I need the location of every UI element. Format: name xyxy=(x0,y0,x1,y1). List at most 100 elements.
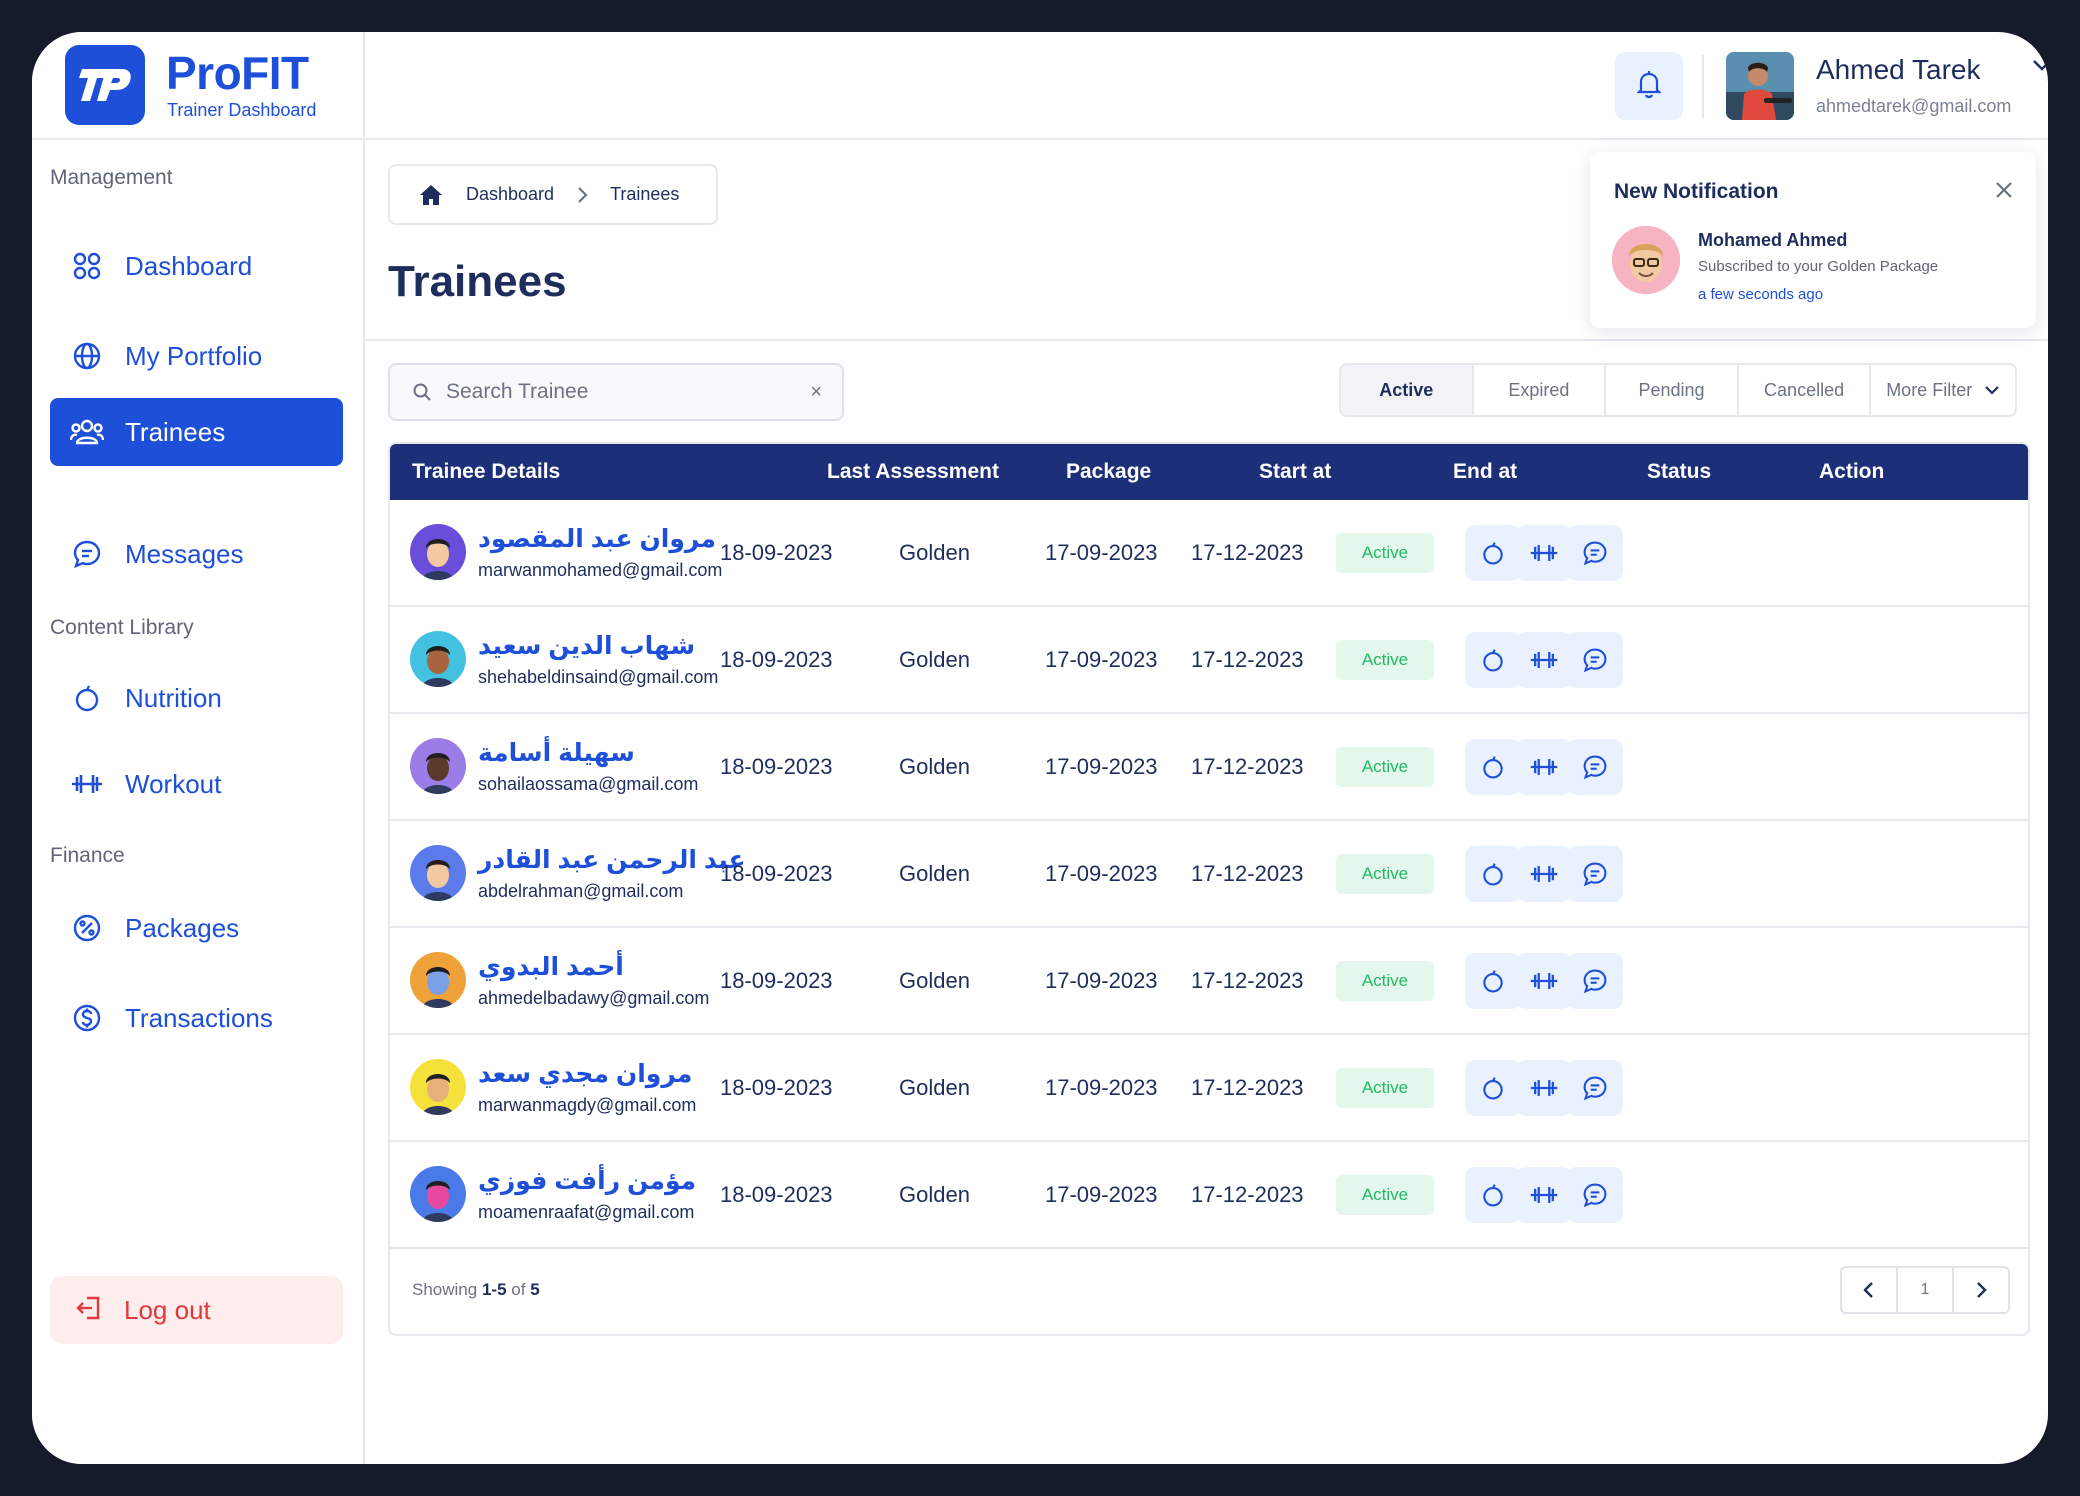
close-icon[interactable] xyxy=(1994,180,2014,205)
dumbbell-icon xyxy=(1529,970,1559,992)
sidebar-item-my-portfolio[interactable]: My Portfolio xyxy=(50,322,343,390)
sidebar-item-messages[interactable]: Messages xyxy=(50,520,343,588)
chevron-down-icon xyxy=(1984,385,2000,395)
sidebar-item-workout[interactable]: Workout xyxy=(50,750,343,818)
trainee-name[interactable]: مروان مجدي سعد xyxy=(478,1059,692,1089)
search-input[interactable]: Search Trainee × xyxy=(388,363,844,421)
brand-subtitle: Trainer Dashboard xyxy=(167,100,317,120)
end-date: 17-12-2023 xyxy=(1191,540,1304,565)
trainee-name[interactable]: أحمد البدوي xyxy=(478,952,624,982)
sidebar-item-label: Dashboard xyxy=(125,250,253,281)
message-action-button[interactable] xyxy=(1567,525,1623,581)
nutrition-action-button[interactable] xyxy=(1465,632,1521,688)
profit-logo-icon[interactable] xyxy=(65,45,145,125)
filter-cancelled[interactable]: Cancelled xyxy=(1739,365,1872,415)
grid-icon xyxy=(70,249,104,283)
apple-icon xyxy=(1480,861,1506,887)
workout-action-button[interactable] xyxy=(1516,1060,1572,1116)
sidebar-item-packages[interactable]: Packages xyxy=(50,894,343,962)
start-date: 17-09-2023 xyxy=(1045,540,1158,565)
dumbbell-icon xyxy=(1529,863,1559,885)
notification-time: a few seconds ago xyxy=(1698,286,1824,303)
showing-count: Showing 1-5 of 5 xyxy=(412,1280,540,1299)
workout-action-button[interactable] xyxy=(1516,846,1572,902)
message-action-button[interactable] xyxy=(1567,632,1623,688)
page-number[interactable]: 1 xyxy=(1898,1268,1954,1312)
users-icon xyxy=(70,415,104,449)
nutrition-action-button[interactable] xyxy=(1465,739,1521,795)
filter-active[interactable]: Active xyxy=(1341,365,1474,415)
nutrition-action-button[interactable] xyxy=(1465,1167,1521,1223)
app-window: ProFIT Trainer Dashboard Management Dash… xyxy=(32,32,2048,1464)
breadcrumb-dashboard[interactable]: Dashboard xyxy=(466,184,554,205)
dumbbell-icon xyxy=(1529,649,1559,671)
nutrition-action-button[interactable] xyxy=(1465,525,1521,581)
trainee-email: marwanmohamed@gmail.com xyxy=(478,560,723,580)
user-email: ahmedtarek@gmail.com xyxy=(1816,96,2012,116)
table-row: مؤمن رأفت فوزي moamenraafat@gmail.com 18-0… xyxy=(390,1142,2028,1249)
notification-title: New Notification xyxy=(1614,180,1779,203)
trainee-name[interactable]: شهاب الدين سعيد xyxy=(478,631,695,661)
status-badge: Active xyxy=(1336,747,1434,787)
status-badge: Active xyxy=(1336,961,1434,1001)
column-header: Last Assessment xyxy=(827,460,999,483)
logout-label: Log out xyxy=(124,1294,211,1325)
workout-action-button[interactable] xyxy=(1516,953,1572,1009)
sidebar-item-trainees[interactable]: Trainees xyxy=(50,398,343,466)
sidebar-item-transactions[interactable]: Transactions xyxy=(50,984,343,1052)
trainee-name[interactable]: مؤمن رأفت فوزي xyxy=(478,1166,696,1196)
avatar[interactable] xyxy=(1726,52,1794,120)
package: Golden xyxy=(899,754,970,779)
sidebar-item-label: Packages xyxy=(125,912,240,943)
start-date: 17-09-2023 xyxy=(1045,861,1158,886)
message-action-button[interactable] xyxy=(1567,953,1623,1009)
clear-icon[interactable]: × xyxy=(810,381,822,404)
workout-action-button[interactable] xyxy=(1516,525,1572,581)
filter-more-label: More Filter xyxy=(1886,379,1973,400)
last-assessment: 18-09-2023 xyxy=(720,968,833,993)
filter-expired[interactable]: Expired xyxy=(1474,365,1607,415)
sidebar-item-nutrition[interactable]: Nutrition xyxy=(50,664,343,732)
notifications-button[interactable] xyxy=(1615,52,1683,120)
apple-icon xyxy=(1480,1182,1506,1208)
message-icon xyxy=(1582,1075,1608,1101)
logout-button[interactable]: Log out xyxy=(50,1276,343,1344)
status-badge: Active xyxy=(1336,640,1434,680)
nutrition-action-button[interactable] xyxy=(1465,953,1521,1009)
chevron-down-icon[interactable] xyxy=(2031,58,2048,77)
apple-icon xyxy=(1480,968,1506,994)
sidebar-item-dashboard[interactable]: Dashboard xyxy=(50,232,343,300)
workout-action-button[interactable] xyxy=(1516,1167,1572,1223)
column-header: Package xyxy=(1066,460,1152,483)
trainee-email: abdelrahman@gmail.com xyxy=(478,881,684,901)
message-action-button[interactable] xyxy=(1567,1167,1623,1223)
last-assessment: 18-09-2023 xyxy=(720,647,833,672)
trainee-name[interactable]: مروان عبد المقصود xyxy=(478,524,716,554)
end-date: 17-12-2023 xyxy=(1191,1075,1304,1100)
next-page-button[interactable] xyxy=(1954,1268,2008,1312)
start-date: 17-09-2023 xyxy=(1045,1075,1158,1100)
section-label-content-library: Content Library xyxy=(50,616,194,639)
message-action-button[interactable] xyxy=(1567,846,1623,902)
table-header: Trainee Details Last Assessment Package … xyxy=(390,444,2028,500)
workout-action-button[interactable] xyxy=(1516,632,1572,688)
package: Golden xyxy=(899,1075,970,1100)
message-action-button[interactable] xyxy=(1567,739,1623,795)
trainee-name[interactable]: سهيلة أسامة xyxy=(478,738,635,768)
avatar xyxy=(410,1059,466,1115)
previous-page-button[interactable] xyxy=(1842,1268,1898,1312)
home-icon[interactable] xyxy=(418,183,444,207)
nutrition-action-button[interactable] xyxy=(1465,846,1521,902)
status-badge: Active xyxy=(1336,854,1434,894)
nutrition-action-button[interactable] xyxy=(1465,1060,1521,1116)
filter-pending[interactable]: Pending xyxy=(1606,365,1739,415)
sidebar: ProFIT Trainer Dashboard Management Dash… xyxy=(32,32,365,1464)
filter-more[interactable]: More Filter xyxy=(1871,365,2015,415)
column-header: Status xyxy=(1647,460,1712,483)
trainee-name[interactable]: عبد الرحمن عبد القادر xyxy=(478,845,746,875)
message-action-button[interactable] xyxy=(1567,1060,1623,1116)
avatar xyxy=(410,952,466,1008)
workout-action-button[interactable] xyxy=(1516,739,1572,795)
message-icon xyxy=(1582,647,1608,673)
pagination: 1 xyxy=(1840,1266,2010,1314)
